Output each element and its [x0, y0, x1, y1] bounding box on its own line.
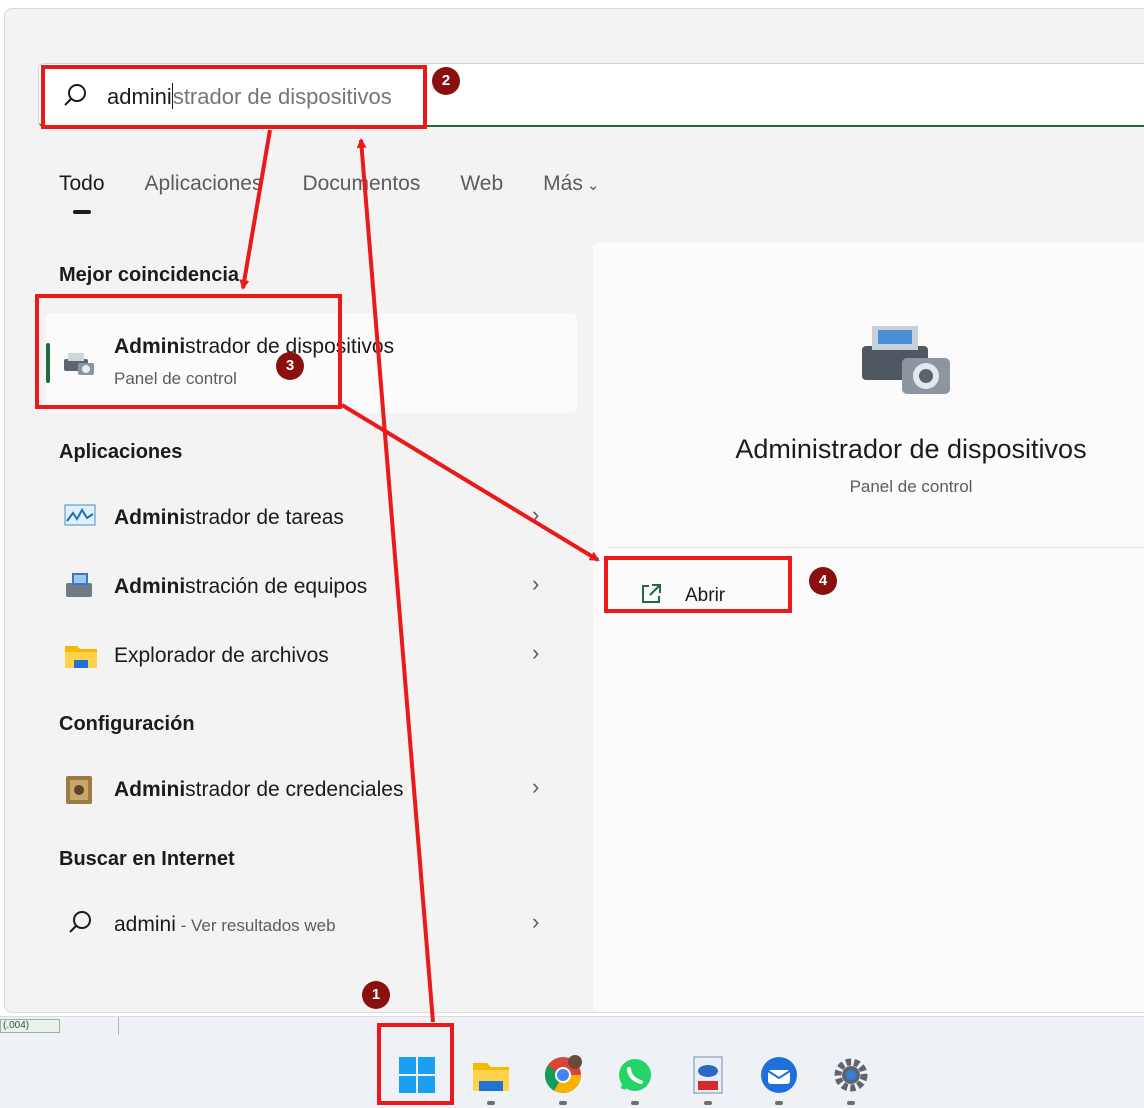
annotation-badge-3: 3: [276, 352, 304, 380]
file-explorer-icon: [473, 1063, 509, 1091]
list-item-label: Explorador de archivos: [114, 644, 329, 667]
tab-aplicaciones[interactable]: Aplicaciones: [145, 172, 263, 196]
taskbar-chrome[interactable]: [543, 1055, 583, 1105]
folder-icon: [64, 640, 98, 675]
chevron-right-icon: ›: [532, 640, 540, 665]
search-text: administrador de dispositivos: [107, 83, 392, 110]
device-manager-icon: [858, 320, 954, 405]
list-item-web-search[interactable]: admini - Ver resultados web ›: [46, 895, 577, 955]
credential-manager-icon: [64, 774, 94, 811]
open-button[interactable]: Abrir: [685, 585, 725, 607]
search-typed-text: admini: [107, 84, 172, 109]
settings-icon: [834, 1058, 868, 1092]
taskbar-pdf-viewer[interactable]: [688, 1055, 728, 1105]
preview-title: Administrador de dispositivos: [735, 434, 1087, 464]
whatsapp-icon: [619, 1059, 651, 1091]
open-external-icon: [639, 582, 663, 611]
tab-documentos[interactable]: Documentos: [302, 172, 420, 196]
preview-pane: Administrador de dispositivos Panel de c…: [593, 242, 1144, 1012]
chevron-down-icon: ⌄: [586, 177, 600, 194]
tab-web[interactable]: Web: [460, 172, 503, 196]
section-settings: Configuración: [59, 713, 195, 735]
pdf-viewer-icon: [693, 1056, 723, 1094]
background-window-fragment: (.004): [0, 1019, 60, 1033]
search-icon: [68, 909, 94, 940]
running-indicator: [775, 1101, 783, 1105]
search-input[interactable]: administrador de dispositivos: [38, 63, 1144, 127]
filter-tabs: Todo Aplicaciones Documentos Web Más ⌄: [59, 172, 639, 214]
chevron-right-icon: ›: [532, 571, 540, 596]
running-indicator: [559, 1101, 567, 1105]
taskbar-settings[interactable]: [831, 1055, 871, 1105]
annotation-badge-1: 1: [362, 981, 390, 1009]
taskbar: (.004): [0, 1016, 1144, 1108]
best-match-title: Administrador de dispositivos: [114, 335, 395, 358]
selection-indicator: [46, 343, 50, 383]
taskbar-thunderbird[interactable]: [759, 1055, 799, 1105]
start-icon: [399, 1057, 435, 1093]
annotation-badge-2: 2: [432, 67, 460, 95]
list-item-computer-management[interactable]: Administración de equipos ›: [46, 557, 577, 617]
tab-mas[interactable]: Más ⌄: [543, 172, 599, 196]
list-item-label: Administrador de tareas: [114, 506, 344, 529]
list-item-label: Administración de equipos: [114, 575, 368, 598]
computer-management-icon: [64, 571, 96, 606]
thunderbird-icon: [761, 1057, 797, 1093]
chevron-right-icon: ›: [532, 909, 540, 934]
search-completion-text: strador de dispositivos: [172, 84, 392, 109]
device-manager-icon: [62, 349, 96, 384]
annotation-badge-4: 4: [809, 567, 837, 595]
divider: [118, 1017, 119, 1035]
chevron-right-icon: ›: [532, 502, 540, 527]
taskbar-file-explorer[interactable]: [471, 1055, 511, 1105]
list-item-task-manager[interactable]: Administrador de tareas ›: [46, 488, 577, 548]
list-item-file-explorer[interactable]: Explorador de archivos ›: [46, 626, 577, 686]
start-button[interactable]: [397, 1055, 437, 1095]
list-item-label: Administrador de credenciales: [114, 778, 404, 801]
section-apps: Aplicaciones: [59, 441, 183, 463]
section-web: Buscar en Internet: [59, 848, 235, 870]
chrome-icon: [544, 1055, 582, 1094]
taskbar-whatsapp[interactable]: [615, 1055, 655, 1105]
chevron-right-icon: ›: [532, 774, 540, 799]
list-item-credential-manager[interactable]: Administrador de credenciales ›: [46, 760, 577, 820]
search-icon: [63, 82, 89, 113]
preview-subtitle: Panel de control: [849, 477, 973, 496]
task-manager-icon: [64, 502, 96, 533]
best-match-result[interactable]: Administrador de dispositivos Panel de c…: [46, 313, 577, 413]
running-indicator: [487, 1101, 495, 1105]
divider: [607, 547, 1144, 548]
tab-mas-label: Más: [543, 172, 583, 195]
running-indicator: [847, 1101, 855, 1105]
best-match-subtitle: Panel de control: [114, 369, 237, 388]
list-item-label: admini - Ver resultados web: [114, 913, 336, 936]
running-indicator: [631, 1101, 639, 1105]
tab-todo[interactable]: Todo: [59, 172, 105, 214]
running-indicator: [704, 1101, 712, 1105]
section-best-match: Mejor coincidencia: [59, 264, 240, 286]
